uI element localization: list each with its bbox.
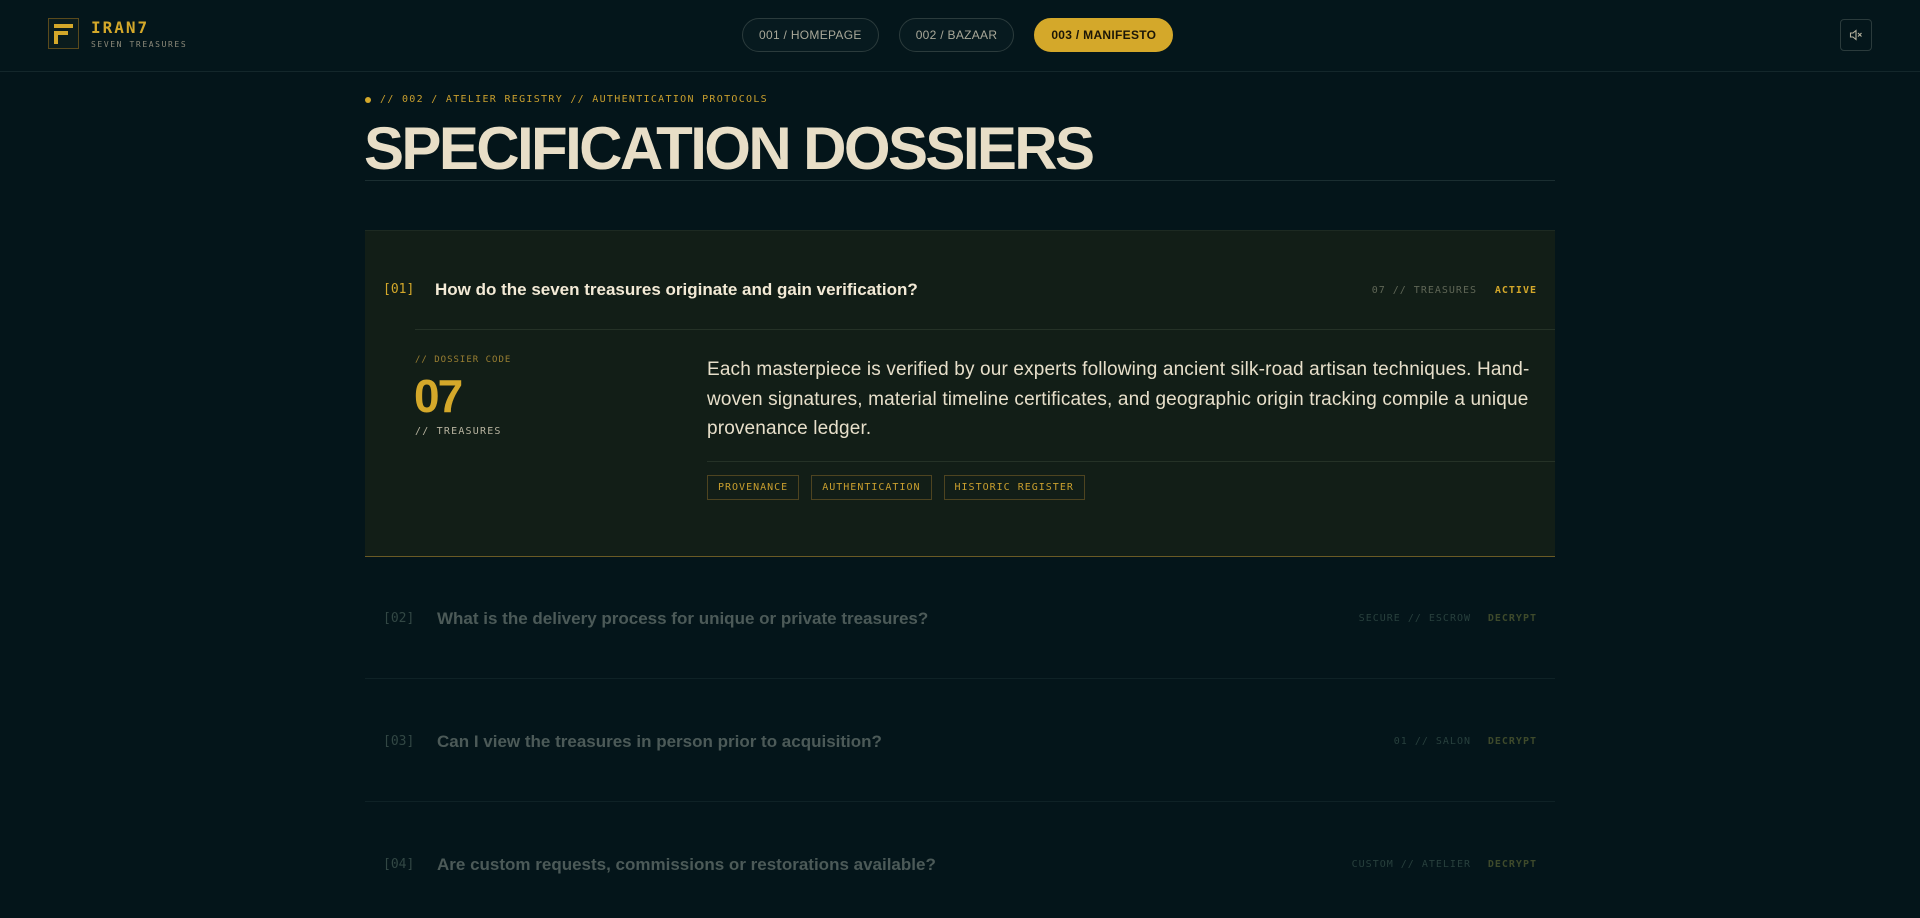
nav-manifesto[interactable]: 003 / MANIFESTO: [1034, 18, 1174, 52]
faq-item-number: [01]: [383, 282, 415, 297]
tag-list: PROVENANCE AUTHENTICATION HISTORIC REGIS…: [707, 475, 1085, 500]
faq-item-open: [01] How do the seven treasures originat…: [365, 230, 1555, 557]
logo-mark-icon: [48, 18, 79, 49]
status-dot-icon: [365, 96, 371, 103]
brand-subtitle: SEVEN TREASURES: [91, 39, 188, 49]
faq-divider: [415, 329, 1555, 330]
tag-authentication[interactable]: AUTHENTICATION: [811, 475, 932, 500]
mute-toggle-button[interactable]: [1840, 19, 1872, 51]
title-divider: [365, 180, 1555, 181]
faq-item-02[interactable]: [02] What is the delivery process for un…: [365, 556, 1555, 679]
faq-meta: SECURE // ESCROW: [1358, 613, 1471, 624]
faq-decrypt-button[interactable]: DECRYPT: [1488, 859, 1537, 870]
page-title: SPECIFICATION DOSSIERS: [364, 115, 1095, 182]
faq-meta: CUSTOM // ATELIER: [1351, 859, 1471, 870]
faq-item-03[interactable]: [03] Can I view the treasures in person …: [365, 679, 1555, 802]
answer-divider: [707, 461, 1555, 462]
faq-state-badge: ACTIVE: [1494, 285, 1537, 296]
faq-item-04[interactable]: [04] Are custom requests, commissions or…: [365, 802, 1555, 918]
nav-bazaar[interactable]: 002 / BAZAAR: [898, 18, 1015, 52]
faq-meta: 01 // SALON: [1393, 736, 1471, 747]
tag-historic-register[interactable]: HISTORIC REGISTER: [943, 475, 1085, 500]
faq-item-number: [02]: [383, 611, 415, 626]
top-header: IRAN7 SEVEN TREASURES 001 / HOMEPAGE 002…: [0, 0, 1920, 72]
dossier-code: 07: [414, 370, 463, 422]
section-kicker: // 002 / ATELIER REGISTRY // AUTHENTICAT…: [365, 94, 768, 105]
speaker-muted-icon: [1849, 29, 1862, 41]
brand-logo[interactable]: IRAN7 SEVEN TREASURES: [48, 18, 187, 49]
faq-meta: 07 // TREASURES: [1371, 285, 1477, 296]
faq-item-number: [03]: [383, 734, 415, 749]
kicker-text: // 002 / ATELIER REGISTRY // AUTHENTICAT…: [380, 94, 768, 105]
faq-item-header[interactable]: [01] How do the seven treasures originat…: [365, 231, 1555, 329]
tag-provenance[interactable]: PROVENANCE: [707, 475, 800, 500]
faq-answer: Each masterpiece is verified by our expe…: [707, 359, 1530, 439]
faq-question: Can I view the treasures in person prior…: [437, 732, 882, 751]
dossier-unit: // TREASURES: [415, 426, 502, 437]
faq-question: How do the seven treasures originate and…: [435, 280, 918, 299]
faq-decrypt-button[interactable]: DECRYPT: [1488, 613, 1537, 624]
main-nav: 001 / HOMEPAGE 002 / BAZAAR 003 / MANIFE…: [742, 18, 1174, 52]
faq-question: Are custom requests, commissions or rest…: [437, 855, 936, 874]
faq-item-number: [04]: [383, 857, 415, 872]
dossier-label: // DOSSIER CODE: [415, 355, 512, 365]
nav-homepage[interactable]: 001 / HOMEPAGE: [742, 18, 879, 52]
faq-question: What is the delivery process for unique …: [437, 609, 929, 628]
faq-decrypt-button[interactable]: DECRYPT: [1488, 736, 1537, 747]
brand-name: IRAN7: [91, 17, 150, 37]
